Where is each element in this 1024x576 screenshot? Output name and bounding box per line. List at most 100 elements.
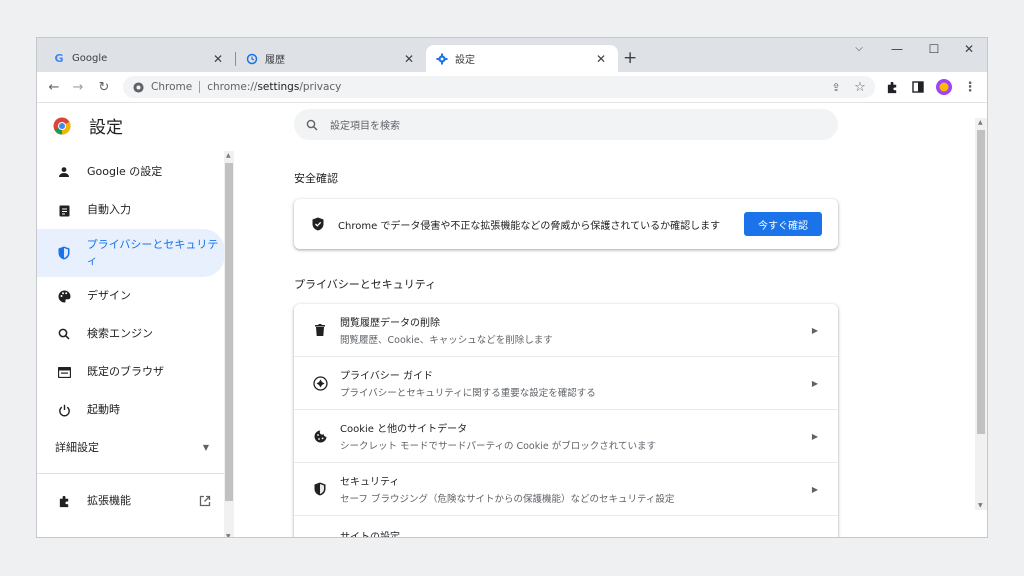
sidebar-item-autofill[interactable]: 自動入力 (37, 191, 225, 229)
sidebar-item-default-browser[interactable]: 既定のブラウザ (37, 353, 225, 391)
sidebar-item-extensions[interactable]: 拡張機能 (37, 482, 225, 520)
sidebar-item-label: 拡張機能 (87, 494, 131, 507)
share-icon[interactable]: ⇪ (827, 78, 845, 96)
settings-search-input[interactable]: 設定項目を検索 (294, 109, 838, 140)
tab-search-chevron-icon[interactable]: ⌵ (849, 43, 869, 54)
privacy-section-heading: プライバシーとセキュリティ (294, 278, 437, 291)
main-scrollbar[interactable]: ▲ ▼ (975, 118, 987, 510)
power-icon (57, 403, 71, 417)
safety-check-card: Chrome でデータ侵害や不正な拡張機能などの脅威から保護されているか確認しま… (294, 199, 838, 249)
privacy-card: 閲覧履歴データの削除閲覧履歴、Cookie、キャッシュなどを削除します ▶ プラ… (294, 304, 838, 538)
compass-icon (310, 375, 330, 391)
window-close-icon[interactable]: ✕ (959, 42, 979, 56)
toolbar: ← → ↻ Chrome chrome://settings/privacy ⇪… (37, 72, 987, 103)
sidebar-item-privacy[interactable]: プライバシーとセキュリティ (37, 229, 225, 277)
row-title: Cookie と他のサイトデータ (340, 424, 468, 435)
side-panel-icon[interactable] (909, 78, 927, 96)
url-text: chrome://settings/privacy (207, 81, 342, 93)
sidebar-scrollbar[interactable]: ▲ ▼ (224, 151, 234, 537)
safety-check-heading: 安全確認 (294, 172, 338, 185)
row-subtitle: 閲覧履歴、Cookie、キャッシュなどを削除します (340, 335, 553, 346)
scroll-down-arrow-icon[interactable]: ▼ (978, 502, 983, 509)
new-tab-button[interactable]: + (623, 48, 637, 68)
extensions-puzzle-icon[interactable] (883, 78, 901, 96)
maximize-icon[interactable]: ☐ (924, 42, 944, 56)
row-clear-browsing-data[interactable]: 閲覧履歴データの削除閲覧履歴、Cookie、キャッシュなどを削除します ▶ (294, 304, 838, 356)
search-placeholder: 設定項目を検索 (330, 121, 400, 132)
sidebar-advanced-toggle[interactable]: 詳細設定 ▼ (37, 429, 225, 465)
history-icon (246, 53, 258, 65)
profile-avatar[interactable] (935, 78, 953, 96)
safety-check-description: Chrome でデータ侵害や不正な拡張機能などの脅威から保護されているか確認しま… (338, 220, 721, 232)
reload-icon[interactable]: ↻ (95, 78, 113, 96)
scrollbar-thumb[interactable] (225, 163, 233, 501)
tab-history[interactable]: 履歴 ✕ (236, 45, 426, 72)
address-bar[interactable]: Chrome chrome://settings/privacy (123, 76, 875, 98)
sidebar-item-google[interactable]: Google の設定 (37, 153, 225, 191)
tab-settings[interactable]: 設定 ✕ (426, 45, 618, 72)
menu-kebab-icon[interactable]: ⋮ (961, 78, 979, 96)
shield-icon (310, 482, 330, 496)
sidebar-item-label: 自動入力 (87, 203, 131, 216)
settings-gear-icon (436, 53, 448, 65)
minimize-icon[interactable]: — (887, 42, 907, 56)
close-icon[interactable]: ✕ (211, 52, 225, 66)
tab-strip: G Google ✕ 履歴 ✕ 設定 ✕ + ⌵ — ☐ ✕ (37, 38, 987, 72)
sidebar-item-appearance[interactable]: デザイン (37, 277, 225, 315)
tab-title: 履歴 (265, 55, 285, 66)
check-now-button[interactable]: 今すぐ確認 (744, 212, 822, 236)
search-icon (57, 327, 71, 341)
row-cookies[interactable]: Cookie と他のサイトデータシークレット モードでサードパーティの Cook… (294, 409, 838, 462)
tab-google[interactable]: G Google ✕ (43, 45, 235, 72)
chevron-right-icon: ▶ (811, 325, 818, 335)
sidebar-item-on-startup[interactable]: 起動時 (37, 391, 225, 429)
browser-icon (57, 365, 71, 379)
row-title: セキュリティ (340, 477, 400, 488)
tab-title: Google (72, 53, 108, 64)
extensions-puzzle-icon (57, 494, 71, 508)
chevron-right-icon: ▶ (811, 378, 818, 388)
scrollbar-thumb[interactable] (977, 130, 985, 434)
row-title: プライバシー ガイド (340, 371, 433, 382)
shield-check-icon (312, 217, 324, 231)
sidebar-item-label: 検索エンジン (87, 327, 153, 340)
chrome-logo-icon (53, 117, 71, 135)
forward-icon[interactable]: → (69, 78, 87, 96)
back-icon[interactable]: ← (45, 78, 63, 96)
row-privacy-guide[interactable]: プライバシー ガイドプライバシーとセキュリティに関する重要な設定を確認する ▶ (294, 356, 838, 409)
settings-header: 設定 (53, 113, 123, 138)
trash-icon (310, 324, 330, 336)
bookmark-star-icon[interactable]: ☆ (851, 78, 869, 96)
sidebar-divider (37, 473, 225, 474)
chrome-chip[interactable]: Chrome (133, 81, 192, 93)
row-subtitle: セーフ ブラウジング（危険なサイトからの保護機能）などのセキュリティ設定 (340, 494, 675, 505)
search-icon (306, 119, 318, 131)
scroll-down-arrow-icon[interactable]: ▼ (226, 533, 231, 537)
row-title: 閲覧履歴データの削除 (340, 318, 440, 329)
tab-title: 設定 (455, 55, 475, 66)
close-icon[interactable]: ✕ (594, 52, 608, 66)
close-icon[interactable]: ✕ (402, 52, 416, 66)
caret-down-icon: ▼ (202, 442, 209, 452)
row-subtitle: プライバシーとセキュリティに関する重要な設定を確認する (340, 388, 596, 399)
settings-page: 設定 設定項目を検索 Google の設定 自動入力 プライバシーとセキュリティ… (37, 103, 987, 538)
row-security[interactable]: セキュリティセーフ ブラウジング（危険なサイトからの保護機能）などのセキュリティ… (294, 462, 838, 515)
omnibox-divider (199, 81, 201, 93)
row-title: サイトの設定 (340, 532, 400, 538)
sidebar-item-label: プライバシーとセキュリティ (86, 238, 219, 267)
row-subtitle: シークレット モードでサードパーティの Cookie がブロックされています (340, 441, 656, 452)
person-icon (57, 165, 71, 179)
sidebar-item-label: デザイン (87, 289, 131, 302)
page-title: 設定 (89, 118, 123, 138)
shield-icon (57, 246, 71, 260)
open-in-new-icon (199, 495, 211, 507)
settings-sidebar: Google の設定 自動入力 プライバシーとセキュリティ デザイン 検索エンジ… (37, 153, 225, 520)
sidebar-advanced-label: 詳細設定 (55, 441, 99, 454)
sidebar-item-label: 既定のブラウザ (87, 365, 164, 378)
clipboard-icon (57, 203, 71, 217)
row-site-settings[interactable]: サイトの設定 ▶ (294, 515, 838, 538)
google-g-icon: G (54, 52, 64, 65)
scroll-up-arrow-icon[interactable]: ▲ (226, 152, 231, 159)
sidebar-item-search-engine[interactable]: 検索エンジン (37, 315, 225, 353)
scroll-up-arrow-icon[interactable]: ▲ (978, 119, 983, 126)
